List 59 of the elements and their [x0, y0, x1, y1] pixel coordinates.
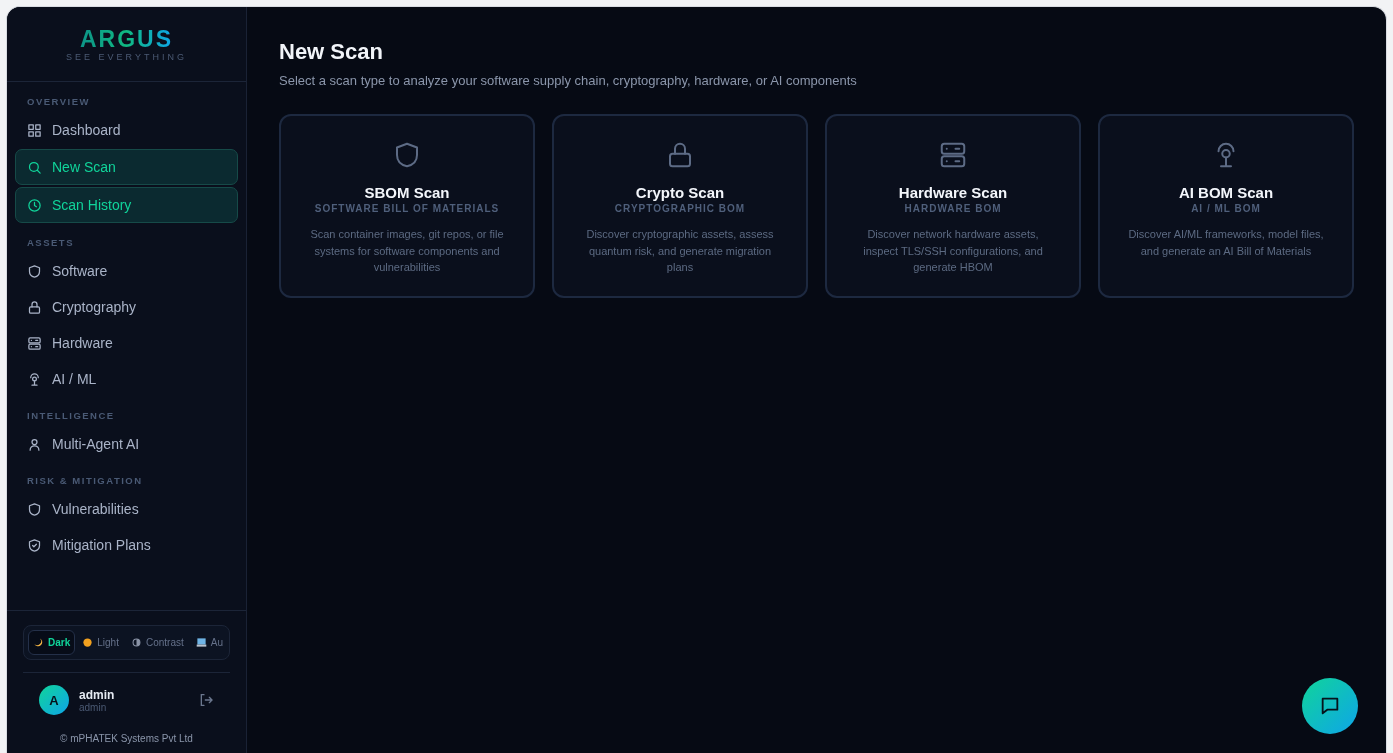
card-subtitle: SOFTWARE BILL OF MATERIALS	[314, 203, 500, 214]
section-heading: ASSETS	[26, 236, 75, 250]
scan-type-card[interactable]: AI BOM Scan AI / ML BOM Discover AI/ML frameworks, model files, and generate an AI Bill of Materials	[1098, 114, 1354, 298]
page-subtitle: Select a scan type to analyze your software supply chain, cryptography, hardware, or AI components	[279, 73, 858, 88]
moon-icon	[33, 637, 44, 648]
theme-option[interactable]: Contrast	[125, 630, 189, 655]
theme-option[interactable]: Light	[77, 630, 124, 655]
laptop-icon	[195, 637, 207, 648]
server-icon	[27, 335, 42, 351]
lock-icon	[27, 299, 42, 315]
scan-type-card[interactable]: Hardware Scan HARDWARE BOM Discover network hardware assets, inspect TLS/SSH configurations, and generate HBOM	[825, 114, 1081, 298]
theme-option[interactable]: Au	[190, 630, 228, 655]
shield-check-icon	[27, 537, 42, 553]
sidebar-item[interactable]: Scan History	[15, 187, 238, 223]
card-subtitle: HARDWARE BOM	[904, 203, 1002, 214]
sidebar-item[interactable]: Multi-Agent AI	[15, 427, 238, 461]
sidebar-item[interactable]: Software	[15, 254, 238, 288]
sidebar-item[interactable]: Dashboard	[15, 113, 238, 147]
scan-type-card[interactable]: Crypto Scan CRYPTOGRAPHIC BOM Discover cryptographic assets, assess quantum risk, and generate migration plans	[552, 114, 808, 298]
theme-option[interactable]: Dark	[28, 630, 76, 655]
logout-icon[interactable]	[198, 692, 214, 708]
server-icon	[938, 140, 968, 170]
sun-icon	[82, 637, 94, 648]
card-title: Crypto Scan	[635, 184, 725, 201]
clock-icon	[27, 197, 42, 213]
chat-icon	[1319, 695, 1341, 717]
user-avatar: A	[39, 685, 69, 715]
sidebar-item[interactable]: Mitigation Plans	[15, 528, 238, 562]
search-icon	[27, 159, 42, 175]
user-name: admin	[79, 687, 116, 702]
webcam-icon	[27, 371, 42, 387]
scan-type-card[interactable]: SBOM Scan SOFTWARE BILL OF MATERIALS Scan container images, git repos, or file systems for software components and vulnerabilities	[279, 114, 535, 298]
card-title: AI BOM Scan	[1178, 184, 1274, 201]
page-title: New Scan	[279, 39, 384, 65]
section-heading: OVERVIEW	[26, 95, 92, 109]
sidebar-item[interactable]: Cryptography	[15, 290, 238, 324]
card-subtitle: CRYPTOGRAPHIC BOM	[614, 203, 746, 214]
sidebar-item[interactable]: Vulnerabilities	[15, 492, 238, 526]
card-description: Discover AI/ML frameworks, model files, and generate an AI Bill of Materials	[1127, 227, 1325, 259]
card-subtitle: AI / ML BOM	[1191, 203, 1261, 214]
sidebar-item[interactable]: New Scan	[15, 149, 238, 185]
chat-button[interactable]	[1302, 678, 1358, 734]
copyright: © mPHATEK Systems Pvt Ltd	[59, 732, 194, 744]
section-heading: INTELLIGENCE	[26, 409, 116, 423]
half-circle-icon	[130, 637, 142, 648]
card-description: Scan container images, git repos, or file systems for software components and vulnerabilities	[309, 227, 505, 275]
card-title: SBOM Scan	[364, 184, 450, 201]
card-description: Discover cryptographic assets, assess quantum risk, and generate migration plans	[585, 227, 775, 275]
tagline: SEE EVERYTHING	[66, 52, 187, 62]
grid-icon	[27, 122, 42, 138]
shield-icon	[27, 263, 42, 279]
card-title: Hardware Scan	[898, 184, 1008, 201]
section-heading: RISK & MITIGATION	[26, 474, 144, 488]
user-role: admin	[79, 701, 108, 713]
card-description: Discover network hardware assets, inspect TLS/SSH configurations, and generate HBOM	[862, 227, 1044, 275]
sidebar-item[interactable]: AI / ML	[15, 362, 238, 396]
user-icon	[27, 436, 42, 452]
sidebar-item[interactable]: Hardware	[15, 326, 238, 360]
shield-icon	[27, 501, 42, 517]
